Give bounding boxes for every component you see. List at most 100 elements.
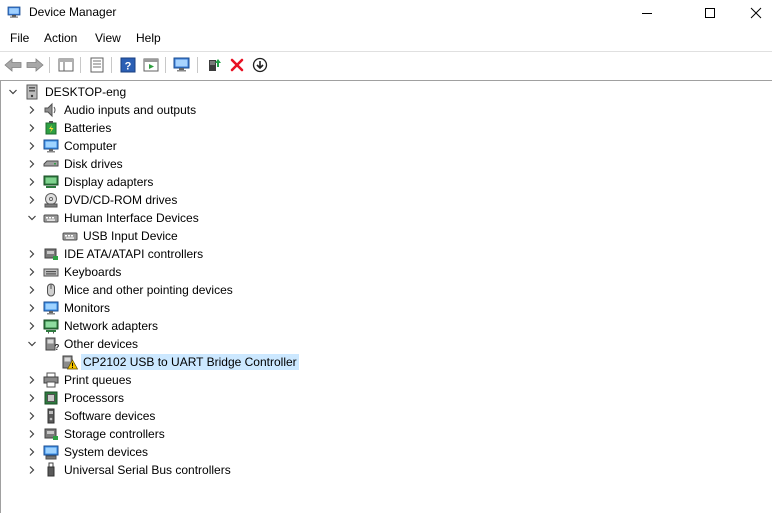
tree-root-label: DESKTOP-eng [45, 85, 127, 99]
close-button[interactable] [733, 0, 772, 26]
chevron-right-icon[interactable] [26, 410, 38, 422]
tree-item-cp2102[interactable]: CP2102 USB to UART Bridge Controller [62, 353, 299, 371]
tree-item-dvd-drives[interactable]: DVD/CD-ROM drives [26, 191, 179, 209]
tree-item-label: Other devices [64, 337, 139, 351]
chevron-right-icon[interactable] [26, 266, 38, 278]
toolbar: ? [0, 51, 772, 79]
tree-item-label: Batteries [64, 121, 112, 135]
chevron-right-icon[interactable] [26, 122, 38, 134]
ide-controller-icon [43, 246, 59, 262]
tree-item-display-adapters[interactable]: Display adapters [26, 173, 155, 191]
warning-device-icon [62, 354, 78, 370]
chevron-right-icon[interactable] [26, 176, 38, 188]
other-devices-icon: ? [43, 336, 59, 352]
chevron-down-icon[interactable] [26, 212, 38, 224]
tree-item-ide-controllers[interactable]: IDE ATA/ATAPI controllers [26, 245, 205, 263]
speaker-icon [43, 102, 59, 118]
dvd-drive-icon [43, 192, 59, 208]
tree-item-label: Computer [64, 139, 117, 153]
tree-item-disk-drives[interactable]: Disk drives [26, 155, 125, 173]
keyboard-icon [43, 264, 59, 280]
chevron-right-icon[interactable] [26, 428, 38, 440]
maximize-button[interactable] [687, 0, 733, 26]
chevron-right-icon[interactable] [26, 374, 38, 386]
tree-item-other-devices[interactable]: ? Other devices [26, 335, 140, 353]
tree-item-label: CP2102 USB to UART Bridge Controller [81, 354, 299, 370]
tree-item-audio[interactable]: Audio inputs and outputs [26, 101, 198, 119]
chevron-right-icon[interactable] [26, 194, 38, 206]
properties-pane-button[interactable] [56, 55, 76, 75]
uninstall-icon [230, 58, 244, 72]
forward-button[interactable] [25, 55, 45, 75]
toolbar-separator [111, 57, 112, 73]
menu-action[interactable]: Action [42, 31, 79, 45]
tree-item-usb-controllers[interactable]: Universal Serial Bus controllers [26, 461, 233, 479]
chevron-right-icon[interactable] [26, 392, 38, 404]
help-button[interactable]: ? [118, 55, 138, 75]
menu-file[interactable]: File [8, 31, 31, 45]
chevron-right-icon[interactable] [26, 140, 38, 152]
chevron-right-icon[interactable] [26, 104, 38, 116]
chevron-right-icon[interactable] [26, 464, 38, 476]
close-icon [750, 7, 762, 19]
tree-item-computer[interactable]: Computer [26, 137, 119, 155]
chevron-right-icon[interactable] [26, 284, 38, 296]
properties-button[interactable] [87, 55, 107, 75]
tree-item-system-devices[interactable]: System devices [26, 443, 150, 461]
hid-icon [62, 228, 78, 244]
chevron-right-icon[interactable] [26, 302, 38, 314]
tree-item-monitors[interactable]: Monitors [26, 299, 112, 317]
show-hidden-button[interactable] [141, 55, 161, 75]
toolbar-separator [80, 57, 81, 73]
help-icon: ? [120, 57, 136, 73]
tree-item-label: Mice and other pointing devices [64, 283, 233, 297]
usb-icon [43, 462, 59, 478]
device-tree: DESKTOP-eng Audio inputs and outputs Bat… [0, 80, 772, 513]
show-hidden-icon [143, 58, 159, 72]
chevron-right-icon[interactable] [26, 158, 38, 170]
tree-item-processors[interactable]: Processors [26, 389, 126, 407]
tree-root[interactable]: DESKTOP-eng [7, 83, 128, 101]
update-driver-button[interactable] [204, 55, 224, 75]
system-devices-icon [43, 444, 59, 460]
chevron-right-icon[interactable] [26, 446, 38, 458]
tree-item-label: USB Input Device [83, 229, 178, 243]
mouse-icon [43, 282, 59, 298]
tree-item-label: Monitors [64, 301, 111, 315]
tree-item-label: Human Interface Devices [64, 211, 199, 225]
tree-item-storage-controllers[interactable]: Storage controllers [26, 425, 167, 443]
tree-item-label: Network adapters [64, 319, 159, 333]
chevron-down-icon[interactable] [7, 86, 19, 98]
monitor-icon [43, 300, 59, 316]
chevron-right-icon[interactable] [26, 320, 38, 332]
properties-pane-icon [58, 58, 74, 72]
tree-item-label: Audio inputs and outputs [64, 103, 197, 117]
tree-item-batteries[interactable]: Batteries [26, 119, 113, 137]
toolbar-separator [197, 57, 198, 73]
uninstall-button[interactable] [227, 55, 247, 75]
toolbar-separator [165, 57, 166, 73]
disk-drive-icon [43, 156, 59, 172]
menu-view[interactable]: View [93, 31, 123, 45]
minimize-button[interactable] [624, 0, 670, 26]
download-icon [252, 57, 268, 73]
tree-item-hid[interactable]: Human Interface Devices [26, 209, 201, 227]
tree-item-software-devices[interactable]: Software devices [26, 407, 157, 425]
tree-item-label: IDE ATA/ATAPI controllers [64, 247, 204, 261]
tree-item-usb-input-device[interactable]: USB Input Device [62, 227, 180, 245]
tree-item-print-queues[interactable]: Print queues [26, 371, 133, 389]
properties-icon [90, 57, 104, 73]
tree-item-network-adapters[interactable]: Network adapters [26, 317, 160, 335]
computer-icon [43, 138, 59, 154]
tree-item-keyboards[interactable]: Keyboards [26, 263, 123, 281]
tree-item-label: Universal Serial Bus controllers [64, 463, 231, 477]
download-button[interactable] [250, 55, 270, 75]
device-manager-icon [7, 5, 21, 19]
chevron-down-icon[interactable] [26, 338, 38, 350]
scan-hardware-button[interactable] [172, 55, 192, 75]
back-button[interactable] [3, 55, 23, 75]
tree-item-mice[interactable]: Mice and other pointing devices [26, 281, 235, 299]
menu-help[interactable]: Help [134, 31, 163, 45]
scan-hardware-icon [173, 57, 190, 72]
chevron-right-icon[interactable] [26, 248, 38, 260]
